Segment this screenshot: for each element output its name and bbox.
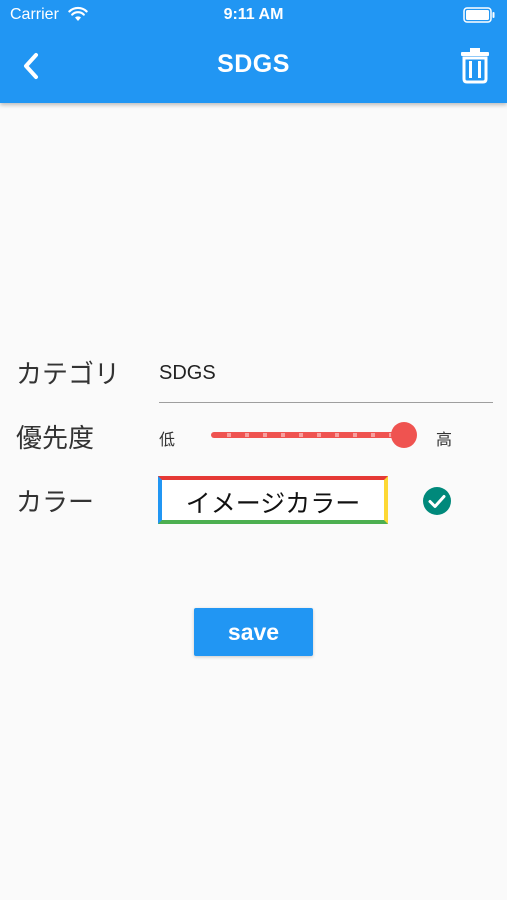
priority-min-label: 低 (159, 430, 176, 449)
priority-label: 優先度 (16, 424, 95, 454)
slider-ticks (213, 433, 401, 437)
image-color-button-label: イメージカラー (185, 489, 361, 518)
delete-button[interactable] (459, 46, 491, 84)
save-button[interactable]: save (194, 608, 313, 656)
app-bar: Carrier 9:11 AM SDGS (0, 0, 507, 103)
page-title: SDGS (217, 50, 290, 78)
category-label: カテゴリ (16, 360, 121, 390)
image-color-button[interactable]: イメージカラー (158, 476, 388, 524)
trash-icon (461, 48, 489, 84)
priority-slider[interactable] (209, 422, 417, 448)
category-value: SDGS (159, 362, 216, 384)
battery-icon (463, 7, 495, 23)
color-label: カラー (16, 488, 95, 518)
status-bar: Carrier 9:11 AM (0, 0, 507, 30)
category-input[interactable]: SDGS (159, 352, 493, 403)
status-time: 9:11 AM (223, 6, 284, 23)
save-button-label: save (227, 619, 280, 645)
check-circle-icon (423, 487, 451, 515)
priority-max-label: 高 (436, 430, 453, 449)
slider-thumb[interactable] (391, 422, 417, 448)
